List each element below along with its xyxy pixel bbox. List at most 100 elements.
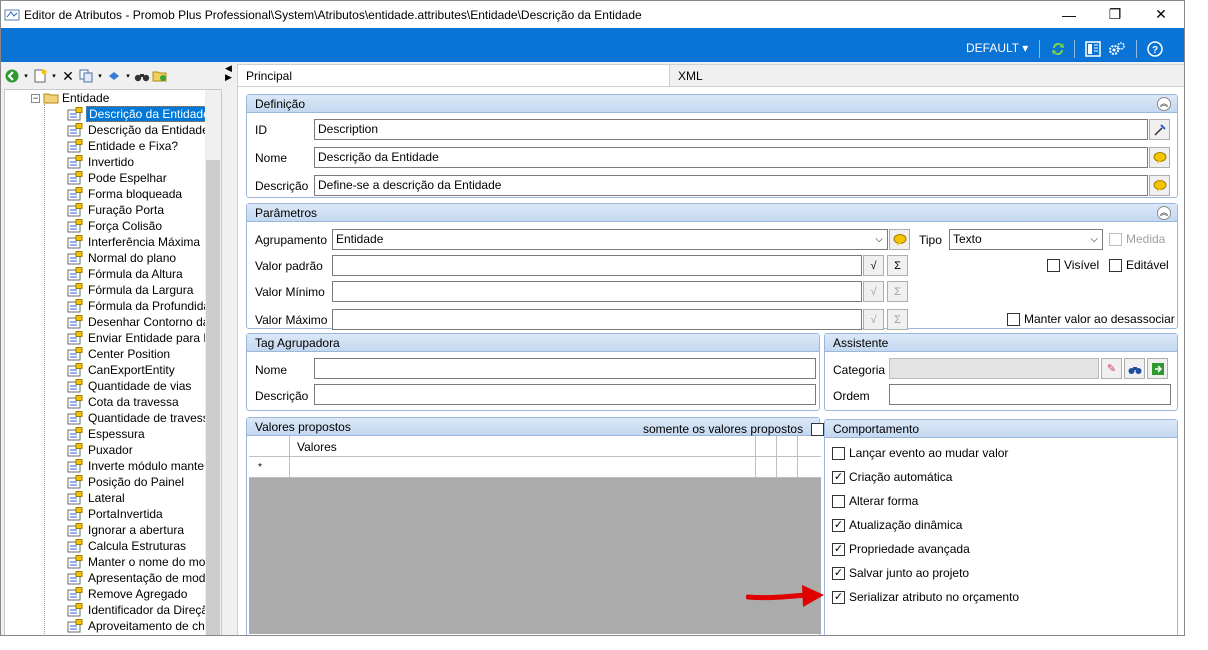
back-icon[interactable] [4,68,20,84]
editavel-checkbox[interactable]: Editável [1109,258,1169,272]
tree-item[interactable]: Aproveitamento de chap [67,618,220,634]
ordem-field[interactable] [889,384,1171,405]
valor-padrao-field[interactable] [332,255,862,276]
tree-item[interactable]: Puxador [67,442,135,458]
tree-item[interactable]: Descrição da Entidade [67,106,213,122]
tree-scrollbar[interactable] [205,90,221,635]
profile-dropdown[interactable]: DEFAULT ▾ [966,28,1028,62]
valor-minimo-field[interactable] [332,281,862,302]
valor-maximo-sum-button[interactable]: Σ [887,309,908,330]
col-valores-header[interactable]: Valores [297,440,337,454]
id-tool-button[interactable] [1149,119,1170,140]
valor-minimo-sum-button[interactable]: Σ [887,281,908,302]
tree-item[interactable]: Pode Espelhar [67,170,169,186]
tree-item[interactable]: Quantidade de travessa [67,410,217,426]
tree-item[interactable]: Apresentação de modelo [67,570,221,586]
tree-item[interactable]: Furação Porta [67,202,166,218]
visivel-checkbox[interactable]: Visível [1047,258,1099,272]
collapse-node-icon[interactable]: − [31,93,40,103]
tree-item[interactable]: Remove Agregado [67,586,189,602]
comportamento-checkbox[interactable]: ✓ Criação automática [832,470,952,484]
attribute-tree[interactable]: − Entidade Descrição da Entidade Descriçã… [4,89,222,635]
maximize-button[interactable]: ❐ [1092,1,1138,28]
collapse-icon[interactable]: ︽ [1157,206,1171,220]
copy-icon[interactable] [78,68,94,84]
tree-item[interactable]: Fórmula da Largura [67,282,195,298]
medida-checkbox[interactable]: Medida [1109,232,1165,246]
collapse-icon[interactable]: ︽ [1157,97,1171,111]
comportamento-checkbox[interactable]: ✓ Atualização dinâmica [832,518,962,532]
settings-gears-icon[interactable] [1108,40,1126,58]
agrupamento-translate-button[interactable] [889,229,910,250]
search-categoria-button[interactable] [1124,358,1145,379]
checkbox-box[interactable]: ✓ [832,590,845,604]
tree-item[interactable]: Descrição da Entidade [67,122,211,138]
descricao-translate-button[interactable] [1149,175,1170,196]
tree-item[interactable]: Posição do Painel [67,474,186,490]
tree-item[interactable]: Manter o nome do model [67,554,221,570]
tree-item[interactable]: Inverte módulo mantend [67,458,219,474]
new-icon[interactable] [32,68,48,84]
tree-item[interactable]: Center Position [67,346,172,362]
clear-categoria-button[interactable]: ✎ [1101,358,1122,379]
valores-grid[interactable]: Valores * [249,436,821,634]
tree-item[interactable]: Ignorar a abertura [67,522,186,538]
panel-splitter[interactable]: ◀ ▶ [225,64,235,82]
new-row[interactable]: * [249,457,821,478]
close-button[interactable]: ✕ [1138,1,1184,28]
checkbox-box[interactable]: ✓ [832,542,845,556]
tree-item[interactable]: Fórmula da Profundidade [67,298,221,314]
tree-item[interactable]: CanExportEntity [67,362,177,378]
checkbox-box[interactable] [832,446,845,460]
valor-maximo-field[interactable] [332,309,862,330]
tree-item[interactable]: Entidade e Fixa? [67,138,180,154]
tree-item[interactable]: Calcula Estruturas [67,538,188,554]
tag-nome-field[interactable] [314,358,816,379]
tipo-select[interactable]: Texto ⌵ [949,229,1103,250]
go-categoria-button[interactable] [1147,358,1168,379]
tree-item[interactable]: Cota da travessa [67,394,181,410]
nome-translate-button[interactable] [1149,147,1170,168]
comportamento-checkbox[interactable]: ✓ Salvar junto ao projeto [832,566,969,580]
valor-padrao-formula-button[interactable]: √ [863,255,884,276]
descricao-field[interactable]: Define-se a descrição da Entidade [314,175,1148,196]
agrupamento-select[interactable]: Entidade ⌵ [332,229,888,250]
checkbox-box[interactable]: ✓ [832,566,845,580]
valor-minimo-formula-button[interactable]: √ [863,281,884,302]
tree-item[interactable]: Enviar Entidade para Dy [67,330,220,346]
tree-item[interactable]: Forma bloqueada [67,186,184,202]
tree-item[interactable]: Espessura [67,426,147,442]
tree-item[interactable]: Força Colisão [67,218,164,234]
sync-icon[interactable] [1049,40,1067,58]
comportamento-checkbox[interactable]: Lançar evento ao mudar valor [832,446,1008,460]
id-field[interactable]: Description [314,119,1148,140]
tree-item[interactable]: Identificador da Direção [67,602,217,618]
tree-item[interactable]: Fórmula da Altura [67,266,185,282]
valor-padrao-sum-button[interactable]: Σ [887,255,908,276]
checkbox-box[interactable] [832,494,845,508]
minimize-button[interactable]: — [1046,1,1092,28]
comportamento-checkbox[interactable]: ✓ Propriedade avançada [832,542,970,556]
tree-item[interactable]: PortaInvertida [67,506,165,522]
delete-icon[interactable]: ✕ [60,68,76,84]
tree-item[interactable]: Desenhar Contorno da M [67,314,221,330]
tree-item[interactable]: Lateral [67,490,127,506]
find-icon[interactable] [134,68,150,84]
tree-item[interactable]: Interferência Máxima [67,234,202,250]
categoria-field[interactable] [889,358,1099,379]
tag-descricao-field[interactable] [314,384,816,405]
comportamento-checkbox[interactable]: ✓ Serializar atributo no orçamento [832,590,1019,604]
tree-item[interactable]: Quantidade de vias [67,378,193,394]
tab-principal[interactable]: Principal [237,64,671,86]
comportamento-checkbox[interactable]: Alterar forma [832,494,918,508]
help-icon[interactable]: ? [1146,40,1164,58]
manter-valor-checkbox[interactable]: Manter valor ao desassociar [1007,312,1175,326]
tree-root-entidade[interactable]: − Entidade [31,90,109,106]
tree-item[interactable]: Normal do plano [67,250,178,266]
checkbox-box[interactable]: ✓ [832,470,845,484]
valor-maximo-formula-button[interactable]: √ [863,309,884,330]
move-icon[interactable] [106,68,122,84]
nome-field[interactable]: Descrição da Entidade [314,147,1148,168]
refresh-folder-icon[interactable] [152,68,168,84]
checkbox-box[interactable]: ✓ [832,518,845,532]
